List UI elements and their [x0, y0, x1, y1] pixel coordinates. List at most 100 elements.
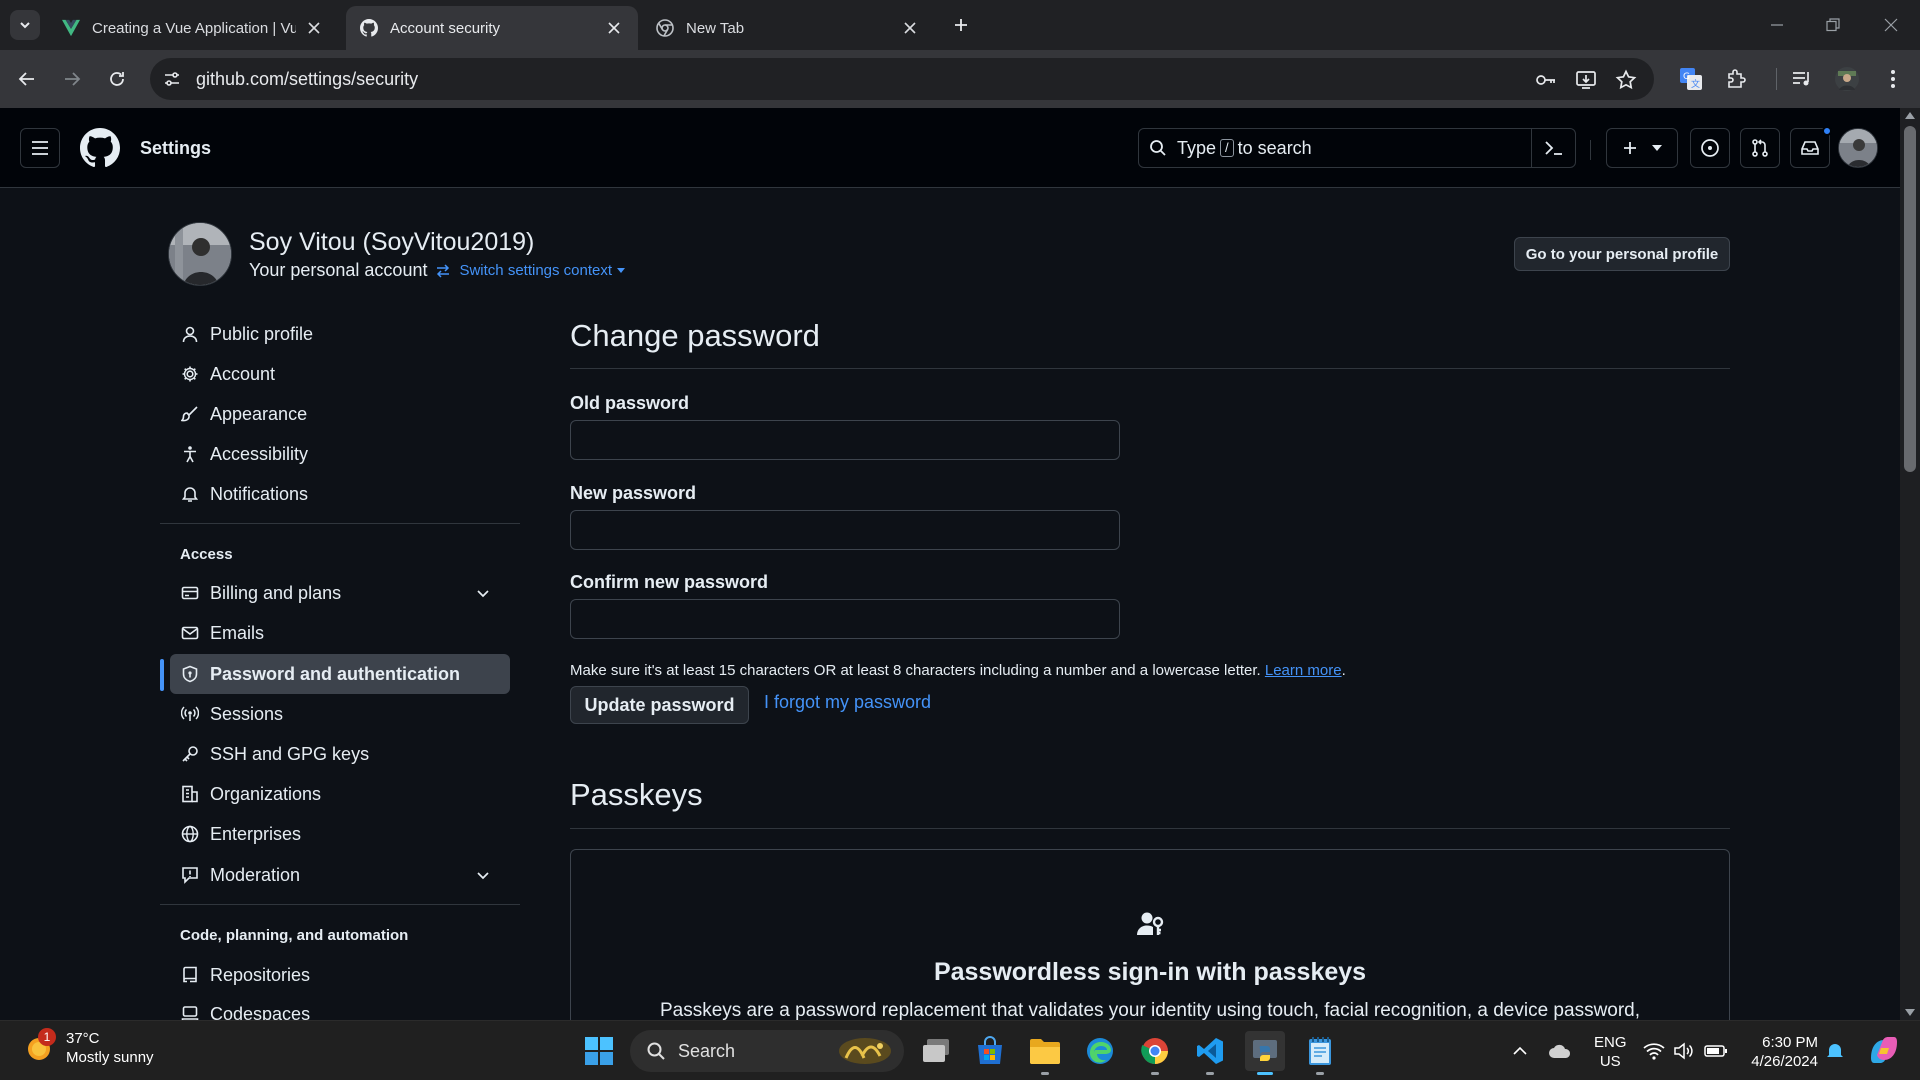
- onedrive-icon[interactable]: [1548, 1039, 1572, 1063]
- header-divider: [1590, 140, 1591, 160]
- minimize-button[interactable]: [1764, 12, 1790, 38]
- arrow-switch-icon: [437, 263, 450, 278]
- tab-new-tab[interactable]: New Tab: [642, 6, 934, 50]
- confirm-password-field[interactable]: [570, 599, 1120, 639]
- media-control-icon[interactable]: [1787, 64, 1817, 94]
- new-tab-button[interactable]: [948, 12, 974, 38]
- page-scrollbar[interactable]: [1900, 108, 1920, 1020]
- avatar-icon: [169, 223, 231, 285]
- edge-browser-button[interactable]: [1080, 1031, 1120, 1071]
- volume-icon[interactable]: [1672, 1039, 1696, 1063]
- active-item-indicator: [160, 659, 164, 691]
- wifi-icon[interactable]: [1642, 1039, 1666, 1063]
- inbox-button[interactable]: [1790, 126, 1832, 168]
- notepad-button[interactable]: [1300, 1031, 1340, 1075]
- new-password-field[interactable]: [570, 510, 1120, 550]
- browser-menu-button[interactable]: [1878, 64, 1908, 94]
- extensions-icon[interactable]: [1721, 64, 1751, 94]
- system-clock[interactable]: 6:30 PM 4/26/2024: [1744, 1033, 1818, 1071]
- plus-icon: [955, 19, 967, 31]
- sidebar-item-repositories[interactable]: Repositories: [170, 955, 510, 995]
- sidebar-item-codespaces[interactable]: Codespaces: [170, 994, 510, 1020]
- show-hidden-icons-button[interactable]: [1508, 1039, 1532, 1063]
- file-explorer-button[interactable]: [1025, 1031, 1065, 1075]
- chrome-icon: [1141, 1038, 1168, 1065]
- sidebar-item-label: Sessions: [210, 703, 284, 724]
- go-to-profile-button[interactable]: Go to your personal profile: [1514, 237, 1730, 271]
- vscode-button[interactable]: [1190, 1031, 1230, 1075]
- close-tab-icon[interactable]: [900, 18, 920, 38]
- globe-icon: [180, 824, 200, 844]
- chevron-up-icon: [1513, 1046, 1527, 1055]
- taskbar-search-box[interactable]: Search: [630, 1030, 904, 1072]
- sidebar-item-public-profile[interactable]: Public profile: [170, 314, 510, 354]
- notification-bell-icon[interactable]: [1823, 1039, 1847, 1063]
- sidebar-item-password-authentication[interactable]: Password and authentication: [170, 654, 510, 694]
- chrome-button[interactable]: [1135, 1031, 1175, 1075]
- search-suffix: to search: [1237, 137, 1312, 158]
- close-tab-icon[interactable]: [604, 18, 624, 38]
- user-avatar[interactable]: [1838, 128, 1878, 168]
- close-tab-icon[interactable]: [304, 18, 324, 38]
- copilot-icon[interactable]: [1866, 1035, 1902, 1065]
- site-settings-icon[interactable]: [162, 69, 182, 89]
- update-password-button[interactable]: Update password: [570, 686, 749, 724]
- command-palette-button[interactable]: [1531, 129, 1575, 167]
- sidebar-item-accessibility[interactable]: Accessibility: [170, 434, 510, 474]
- sidebar-item-emails[interactable]: Emails: [170, 613, 510, 653]
- google-translate-icon[interactable]: G文: [1676, 64, 1706, 94]
- sidebar-item-enterprises[interactable]: Enterprises: [170, 814, 510, 854]
- address-bar[interactable]: github.com/settings/security: [150, 58, 1654, 100]
- old-password-field[interactable]: [570, 420, 1120, 460]
- python-app-button[interactable]: [1245, 1031, 1285, 1075]
- sidebar-item-moderation[interactable]: Moderation: [170, 855, 510, 895]
- bookmark-star-icon[interactable]: [1614, 68, 1638, 92]
- sidebar-item-organizations[interactable]: Organizations: [170, 774, 510, 814]
- forgot-password-link[interactable]: I forgot my password: [764, 692, 931, 713]
- sidebar-item-label: Moderation: [210, 864, 301, 885]
- tab-vue[interactable]: Creating a Vue Application | Vue.js: [48, 6, 338, 50]
- tab-search-button[interactable]: [10, 10, 40, 40]
- password-key-icon[interactable]: [1534, 68, 1558, 92]
- header-context-title[interactable]: Settings: [140, 138, 211, 159]
- profile-avatar-button[interactable]: [1832, 64, 1862, 94]
- weather-widget[interactable]: 1 37°C Mostly sunny: [24, 1028, 154, 1067]
- forward-button[interactable]: [57, 64, 87, 94]
- sidebar-item-billing[interactable]: Billing and plans: [170, 573, 510, 613]
- url-text[interactable]: github.com/settings/security: [196, 69, 418, 90]
- back-button[interactable]: [12, 64, 42, 94]
- switch-context-button[interactable]: Switch settings context: [435, 262, 626, 279]
- restore-button[interactable]: [1820, 12, 1846, 38]
- create-new-button[interactable]: [1606, 128, 1678, 168]
- install-app-icon[interactable]: [1574, 68, 1598, 92]
- new-password-label: New password: [570, 483, 697, 503]
- browser-toolbar: github.com/settings/security G文: [0, 50, 1920, 108]
- github-logo-icon[interactable]: [80, 128, 120, 168]
- chevron-down-icon[interactable]: [476, 868, 490, 882]
- sidebar-item-label: Enterprises: [210, 823, 302, 844]
- scroll-down-icon[interactable]: [1905, 1009, 1915, 1016]
- codespaces-icon: [180, 1004, 200, 1020]
- microsoft-store-button[interactable]: [970, 1031, 1010, 1071]
- sidebar-item-notifications[interactable]: Notifications: [170, 474, 510, 514]
- scroll-up-icon[interactable]: [1905, 112, 1915, 119]
- tab-account-security[interactable]: Account security: [346, 6, 638, 50]
- sidebar-item-account[interactable]: Account: [170, 354, 510, 394]
- sidebar-item-ssh-gpg-keys[interactable]: SSH and GPG keys: [170, 734, 510, 774]
- learn-more-link[interactable]: Learn more: [1265, 662, 1342, 679]
- paintbrush-icon: [180, 404, 200, 424]
- language-indicator[interactable]: ENG US: [1594, 1033, 1627, 1071]
- start-button[interactable]: [579, 1031, 619, 1071]
- chevron-down-icon[interactable]: [476, 586, 490, 600]
- close-window-button[interactable]: [1878, 12, 1904, 38]
- open-navigation-button[interactable]: [20, 128, 60, 168]
- task-view-button[interactable]: [916, 1031, 956, 1071]
- scrollbar-thumb[interactable]: [1904, 126, 1916, 472]
- sidebar-item-sessions[interactable]: Sessions: [170, 694, 510, 734]
- pull-requests-button[interactable]: [1740, 128, 1780, 168]
- issues-button[interactable]: [1690, 128, 1730, 168]
- search-input[interactable]: Type / to search: [1138, 128, 1576, 168]
- sidebar-item-appearance[interactable]: Appearance: [170, 394, 510, 434]
- reload-button[interactable]: [102, 64, 132, 94]
- battery-icon[interactable]: [1704, 1039, 1728, 1063]
